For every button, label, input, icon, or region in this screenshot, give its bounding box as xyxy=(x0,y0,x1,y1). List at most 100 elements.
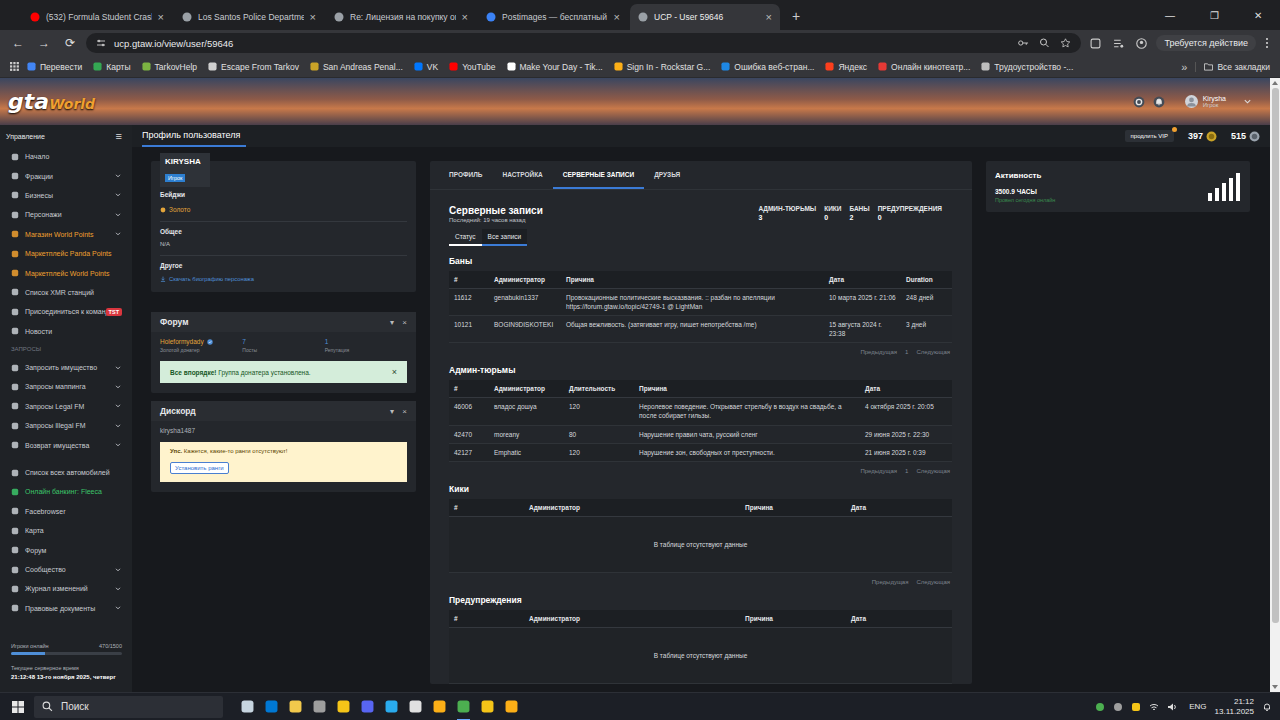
clock[interactable]: 21:1213.11.2025 xyxy=(1215,697,1254,717)
sidebar-item[interactable]: Магазин World Points xyxy=(0,225,132,244)
profile-tab[interactable]: СЕРВЕРНЫЕ ЗАПИСИ xyxy=(553,161,644,189)
sidebar-item[interactable]: Маркетплейс Panda Points xyxy=(0,244,132,263)
bookmark[interactable]: TarkovHelp xyxy=(142,62,198,72)
browser-tab[interactable]: Postimages — бесплатный хос× xyxy=(478,4,628,30)
bookmark[interactable]: Карты xyxy=(93,62,130,72)
bookmark[interactable]: Make Your Day - Tik... xyxy=(507,62,603,72)
taskbar-app[interactable] xyxy=(505,693,518,720)
sidebar-item[interactable]: Новости xyxy=(0,322,132,341)
close-button[interactable]: × xyxy=(402,318,407,327)
profile-tab[interactable]: ПРОФИЛЬ xyxy=(439,161,492,189)
download-biography-link[interactable]: Скачать биографию персонажа xyxy=(160,276,407,282)
sidebar-item[interactable]: Сообщество xyxy=(0,560,132,579)
sidebar-item[interactable]: Запросить имущество xyxy=(0,358,132,377)
media-icon[interactable] xyxy=(1113,38,1124,49)
new-tab-button[interactable]: + xyxy=(782,8,810,30)
taskbar-app[interactable] xyxy=(265,693,278,720)
bookmark[interactable]: YouTube xyxy=(449,62,495,72)
all-bookmarks-button[interactable]: Все закладки xyxy=(1195,62,1270,72)
sidebar-item[interactable]: Список XMR станций xyxy=(0,283,132,302)
column-header[interactable]: Дата xyxy=(846,610,952,628)
bookmark[interactable]: San Andreas Penal... xyxy=(310,62,403,72)
sidebar-item[interactable]: Начало xyxy=(0,147,132,166)
column-header[interactable]: # xyxy=(449,380,489,398)
language-indicator[interactable]: ENG xyxy=(1189,702,1206,711)
window-control-button[interactable]: ✕ xyxy=(1236,0,1280,30)
gtaw-logo[interactable]: gtaWorld xyxy=(8,91,95,113)
bookmark[interactable]: VK xyxy=(414,62,438,72)
column-header[interactable]: # xyxy=(449,610,524,628)
column-header[interactable]: Duration xyxy=(901,271,952,289)
bookmark[interactable]: Escape From Tarkov xyxy=(208,62,299,72)
sidebar-item[interactable]: Список всех автомобилей xyxy=(0,463,132,482)
taskbar-app[interactable] xyxy=(481,693,494,720)
sidebar-item[interactable]: Бизнесы xyxy=(0,186,132,205)
column-header[interactable]: Причина xyxy=(740,610,846,628)
column-header[interactable]: # xyxy=(449,271,489,289)
scrollbar[interactable] xyxy=(1270,78,1280,692)
forum-user-link[interactable]: Holeformydady xyxy=(160,338,242,345)
records-subtab[interactable]: Все записи xyxy=(482,229,528,246)
collapse-button[interactable]: ▾ xyxy=(390,407,394,416)
key-icon[interactable] xyxy=(1018,38,1029,48)
page-button[interactable]: Предыдущая xyxy=(860,468,897,474)
column-header[interactable]: Причина xyxy=(740,499,846,517)
sidebar-item[interactable]: Правовые документы xyxy=(0,599,132,618)
tab-close-button[interactable]: × xyxy=(310,11,316,23)
taskbar-app[interactable] xyxy=(361,693,374,720)
action-required-button[interactable]: Требуется действие xyxy=(1156,35,1256,51)
address-bar[interactable]: ucp.gtaw.io/view/user/59646 xyxy=(86,33,1081,53)
browser-tab[interactable]: UCP - User 59646× xyxy=(630,4,780,30)
sidebar-item[interactable]: Персонажи xyxy=(0,205,132,224)
set-ranks-button[interactable]: Установить ранги xyxy=(170,462,229,474)
page-button[interactable]: Предыдущая xyxy=(872,579,909,585)
column-header[interactable]: Администратор xyxy=(524,499,740,517)
alert-close-button[interactable]: × xyxy=(392,367,397,377)
page-button[interactable]: Следующая xyxy=(916,349,950,355)
bell-icon[interactable] xyxy=(1153,96,1165,108)
sidebar-item[interactable]: Журнал изменений xyxy=(0,579,132,598)
profile-tab[interactable]: ДРУЗЬЯ xyxy=(644,161,690,189)
sidebar-item[interactable]: Форум xyxy=(0,540,132,559)
collapse-button[interactable]: ▾ xyxy=(390,318,394,327)
sidebar-toggle-button[interactable]: ≡ xyxy=(116,130,122,142)
taskbar-app[interactable] xyxy=(241,693,254,720)
column-header[interactable]: Администратор xyxy=(524,610,740,628)
taskbar-app[interactable] xyxy=(289,693,302,720)
tray-app-icon[interactable] xyxy=(1095,702,1105,712)
star-icon[interactable] xyxy=(1060,38,1071,48)
sidebar-item[interactable]: Фракции xyxy=(0,166,132,185)
browser-tab[interactable]: Re: Лицензия на покупку огн× xyxy=(326,4,476,30)
sidebar-item[interactable]: Карта xyxy=(0,521,132,540)
apps-grid-icon[interactable] xyxy=(10,62,19,71)
window-control-button[interactable]: — xyxy=(1148,0,1192,30)
taskbar-app[interactable] xyxy=(385,693,398,720)
sidebar-item[interactable]: Маркетплейс World Points xyxy=(0,263,132,282)
tab-close-button[interactable]: × xyxy=(462,11,468,23)
page-button[interactable]: Следующая xyxy=(916,579,950,585)
taskbar-search[interactable]: Поиск xyxy=(34,696,223,718)
column-header[interactable]: Дата xyxy=(824,271,901,289)
tab-close-button[interactable]: × xyxy=(614,11,620,23)
network-icon[interactable] xyxy=(1149,702,1159,712)
column-header[interactable]: Длительность xyxy=(564,380,634,398)
page-button[interactable]: Следующая xyxy=(916,468,950,474)
sidebar-item[interactable]: Запросы Illegal FM xyxy=(0,416,132,435)
column-header[interactable]: Администратор xyxy=(489,380,564,398)
tab-close-button[interactable]: × xyxy=(158,11,164,23)
window-control-button[interactable]: ❐ xyxy=(1192,0,1236,30)
page-button[interactable]: 1 xyxy=(905,468,908,474)
tab-close-button[interactable]: × xyxy=(766,11,772,23)
extensions-icon[interactable] xyxy=(1090,38,1101,49)
column-header[interactable]: Причина xyxy=(561,271,824,289)
bookmark[interactable]: Онлайн кинотеатр... xyxy=(878,62,970,72)
menu-icon[interactable] xyxy=(1262,38,1272,48)
tray-app-icon[interactable] xyxy=(1131,702,1141,712)
profile-tab[interactable]: НАСТРОЙКА xyxy=(492,161,552,189)
column-header[interactable]: Причина xyxy=(634,380,860,398)
sidebar-item[interactable]: Возврат имущества xyxy=(0,435,132,454)
column-header[interactable]: Администратор xyxy=(489,271,561,289)
vip-button[interactable]: продлить VIP xyxy=(1125,130,1174,142)
nav-button[interactable]: ⟳ xyxy=(60,36,80,50)
taskbar-app[interactable] xyxy=(409,693,422,720)
